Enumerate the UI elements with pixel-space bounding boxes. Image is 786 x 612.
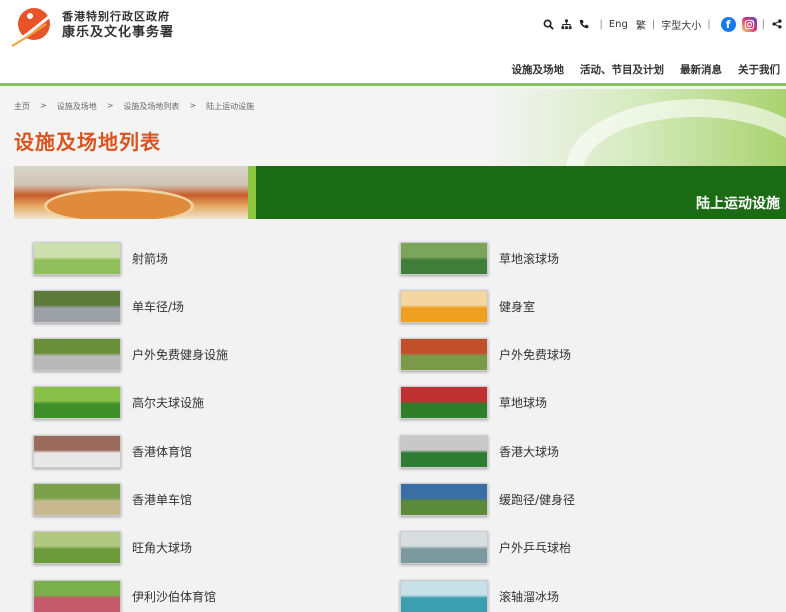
instagram-icon[interactable] [741, 16, 757, 32]
facility-name[interactable]: 健身室 [499, 298, 535, 315]
facility-name[interactable]: 草地滚球场 [499, 250, 559, 267]
hk-stadium-photo[interactable] [400, 434, 488, 468]
table-tennis-photo[interactable] [400, 531, 488, 565]
traditional-chinese-link[interactable]: 繁 [636, 17, 646, 32]
hk-coliseum-photo[interactable] [33, 434, 121, 468]
divider: | [707, 18, 711, 30]
lcsd-logo[interactable] [10, 6, 54, 48]
facility-name[interactable]: 香港体育馆 [132, 443, 192, 460]
facility-item[interactable]: 草地球场 [400, 385, 547, 421]
nav-about[interactable]: 关于我们 [738, 62, 780, 77]
facility-item[interactable]: 香港大球场 [400, 433, 559, 469]
outdoor-fitness-photo[interactable] [33, 338, 121, 372]
facility-item[interactable]: 射箭场 [33, 240, 168, 276]
site-header: 香港特别行政区政府 康乐及文化事务署 | Eng 繁 | 字型大小 | f | … [0, 0, 786, 86]
facility-item[interactable]: 滚轴溜冰场 [400, 578, 559, 612]
facility-name[interactable]: 高尔夫球设施 [132, 394, 204, 411]
phone-icon[interactable] [577, 17, 591, 31]
elizabeth-stadium-photo[interactable] [33, 579, 121, 612]
fitness-room-photo[interactable] [400, 289, 488, 323]
breadcrumb-home[interactable]: 主页 [14, 101, 30, 112]
facility-name[interactable]: 户外免费球场 [499, 346, 571, 363]
facility-item[interactable]: 户外免费球场 [400, 337, 571, 373]
cycling-track-photo[interactable] [33, 289, 121, 323]
main-nav: 设施及场地 活动、节目及计划 最新消息 关于我们 [512, 62, 781, 77]
breadcrumb-current: 陆上运动设施 [206, 102, 255, 111]
nav-activities[interactable]: 活动、节目及计划 [580, 62, 664, 77]
breadcrumb: 主页 > 设施及场地 > 设施及场地列表 > 陆上运动设施 [14, 101, 254, 112]
divider: | [651, 18, 656, 30]
divider: | [599, 18, 603, 30]
section-title: 陆上运动设施 [696, 196, 780, 212]
facility-name[interactable]: 缓跑径/健身径 [499, 491, 575, 508]
facility-item[interactable]: 缓跑径/健身径 [400, 482, 575, 518]
velodrome-banner-photo [14, 166, 248, 219]
golf-photo[interactable] [33, 386, 121, 420]
org-name[interactable]: 香港特别行政区政府 康乐及文化事务署 [62, 10, 174, 42]
facility-name[interactable]: 户外免费健身设施 [132, 346, 228, 363]
decorative-swoosh [566, 99, 786, 167]
breadcrumb-separator: > [40, 101, 47, 110]
grass-pitch-photo[interactable] [400, 386, 488, 420]
facility-name[interactable]: 单车径/场 [132, 298, 184, 315]
nav-facilities[interactable]: 设施及场地 [512, 62, 565, 77]
facility-name[interactable]: 滚轴溜冰场 [499, 588, 559, 605]
facility-name[interactable]: 射箭场 [132, 250, 168, 267]
facility-item[interactable]: 户外免费健身设施 [33, 337, 228, 373]
facility-item[interactable]: 高尔夫球设施 [33, 385, 204, 421]
breadcrumb-facilities[interactable]: 设施及场地 [57, 101, 97, 112]
outdoor-court-photo[interactable] [400, 338, 488, 372]
mong-kok-stadium-photo[interactable] [33, 531, 121, 565]
facility-item[interactable]: 健身室 [400, 288, 535, 324]
facility-name[interactable]: 户外乒乓球枱 [499, 539, 571, 556]
facility-item[interactable]: 伊利沙伯体育馆 [33, 578, 216, 612]
font-size-link[interactable]: 字型大小 [661, 17, 701, 32]
facility-name[interactable]: 伊利沙伯体育馆 [132, 588, 216, 605]
jogging-trail-photo[interactable] [400, 483, 488, 516]
lawn-bowls-photo[interactable] [400, 241, 488, 275]
facility-item[interactable]: 香港体育馆 [33, 433, 192, 469]
facility-name[interactable]: 香港大球场 [499, 443, 559, 460]
share-icon[interactable] [770, 17, 784, 31]
facility-item[interactable]: 户外乒乓球枱 [400, 530, 571, 566]
facility-name[interactable]: 草地球场 [499, 394, 547, 411]
archery-range-photo[interactable] [33, 241, 121, 275]
facebook-icon[interactable]: f [720, 16, 736, 32]
facility-name[interactable]: 旺角大球场 [132, 539, 192, 556]
org-name-line2: 康乐及文化事务署 [62, 25, 175, 40]
breadcrumb-separator: > [189, 101, 197, 110]
divider: | [761, 18, 765, 30]
english-link[interactable]: Eng [609, 19, 628, 30]
breadcrumb-facility-list[interactable]: 设施及场地列表 [123, 101, 179, 112]
facility-item[interactable]: 单车径/场 [33, 288, 184, 324]
track-shape [44, 188, 194, 219]
sitemap-icon[interactable] [559, 17, 573, 31]
org-name-line1: 香港特别行政区政府 [62, 10, 170, 23]
page-title: 设施及场地列表 [14, 130, 161, 154]
section-banner: 陆上运动设施 [14, 166, 786, 219]
nav-news[interactable]: 最新消息 [680, 62, 722, 77]
facility-name[interactable]: 香港单车馆 [132, 491, 192, 508]
velodrome-photo[interactable] [33, 483, 121, 516]
facility-item[interactable]: 旺角大球场 [33, 530, 192, 566]
roller-rink-photo[interactable] [400, 579, 488, 612]
facility-item[interactable]: 香港单车馆 [33, 482, 192, 518]
facility-item[interactable]: 草地滚球场 [400, 240, 559, 276]
breadcrumb-separator: > [106, 101, 114, 110]
banner-divider [248, 166, 256, 219]
search-icon[interactable] [541, 17, 555, 31]
utility-bar: | Eng 繁 | 字型大小 | f | [539, 14, 786, 34]
